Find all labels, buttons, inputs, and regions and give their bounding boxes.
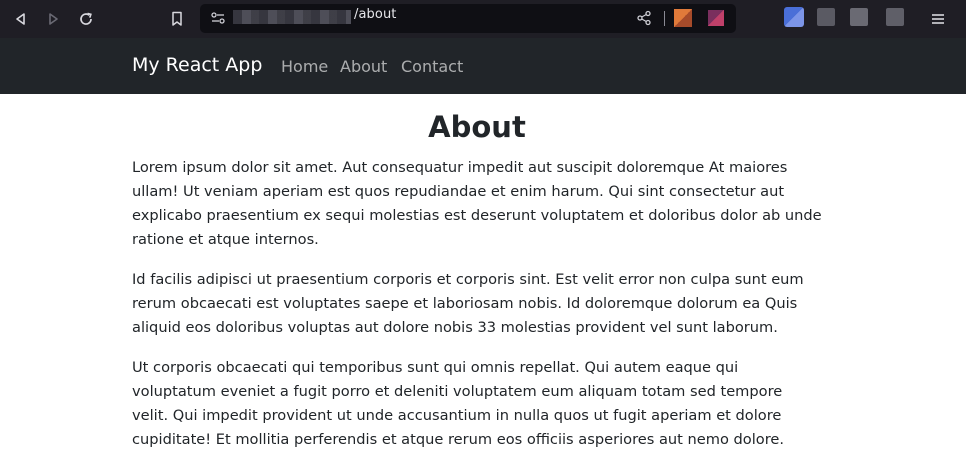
- paragraph: Id facilis adipisci ut praesentium corpo…: [132, 271, 804, 336]
- page-title: About: [428, 110, 526, 144]
- share-icon[interactable]: [634, 8, 654, 28]
- extension-icon[interactable]: [708, 10, 724, 26]
- paragraph: Ut corporis obcaecati qui temporibus sun…: [132, 359, 785, 448]
- menu-icon[interactable]: [928, 9, 948, 29]
- extension-icon[interactable]: [850, 8, 868, 26]
- browser-toolbar: /about: [0, 0, 966, 38]
- brand-link[interactable]: My React App: [132, 54, 262, 76]
- nav-link-about[interactable]: About: [340, 57, 387, 76]
- site-navbar: My React App Home About Contact: [0, 38, 966, 94]
- reload-icon[interactable]: [76, 9, 96, 29]
- extension-icon[interactable]: [886, 8, 904, 26]
- nav-link-contact[interactable]: Contact: [401, 57, 463, 76]
- bookmark-icon[interactable]: [167, 9, 187, 29]
- forward-icon[interactable]: [43, 9, 63, 29]
- main-content: About Lorem ipsum dolor sit amet. Aut co…: [132, 108, 822, 452]
- paragraph: Lorem ipsum dolor sit amet. Aut consequa…: [132, 159, 822, 248]
- url-host-redacted: [233, 10, 351, 24]
- back-icon[interactable]: [11, 9, 31, 29]
- extension-icon[interactable]: [817, 8, 835, 26]
- site-info-icon[interactable]: [208, 8, 228, 28]
- extension-icon[interactable]: [784, 7, 804, 27]
- nav-link-home[interactable]: Home: [281, 57, 328, 76]
- url-text: /about: [354, 7, 397, 22]
- url-divider: [664, 11, 665, 26]
- extension-icon[interactable]: [674, 9, 692, 27]
